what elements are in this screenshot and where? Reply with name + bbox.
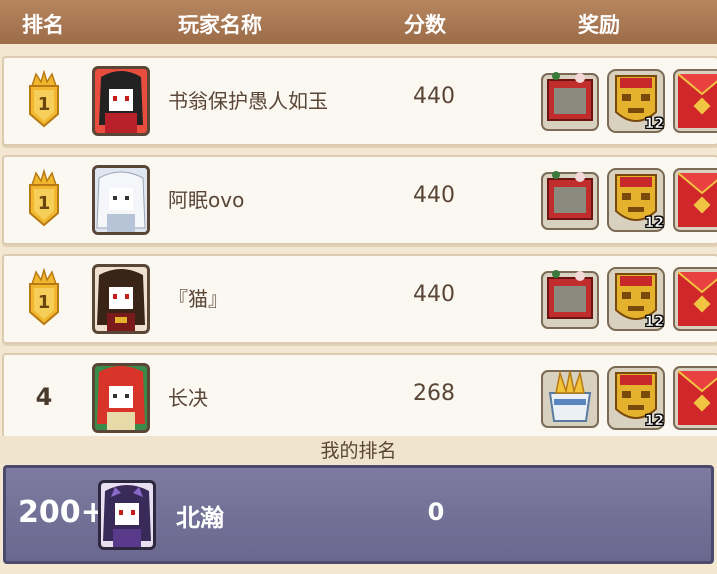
crown-rank-badge-icon: 1: [29, 169, 59, 227]
avatar[interactable]: [92, 264, 150, 334]
crown-rank-badge-icon: 1: [29, 70, 59, 128]
my-rank-row[interactable]: 200+ 北瀚 0: [3, 465, 714, 564]
leaderboard-row[interactable]: 4 长决 268 12: [2, 353, 717, 436]
my-rank-label: 我的排名: [0, 436, 717, 464]
reward-quantity: 12: [644, 116, 664, 133]
avatar[interactable]: [92, 363, 150, 433]
player-score: 440: [413, 282, 455, 307]
reward-quantity: 12: [644, 413, 664, 430]
reward-red-envelope-icon[interactable]: [672, 264, 717, 332]
rank-number: 1: [38, 193, 51, 214]
player-name: 长决: [168, 386, 208, 410]
crown-rank-badge-icon: 1: [29, 268, 59, 326]
player-score: 268: [413, 381, 455, 406]
player-name: 书翁保护愚人如玉: [168, 89, 328, 113]
reward-golden-mask-icon[interactable]: 12: [606, 165, 666, 233]
player-score: 440: [413, 84, 455, 109]
reward-red-envelope-icon[interactable]: [672, 165, 717, 233]
reward-treasure-box-icon[interactable]: [540, 363, 600, 431]
name-column-header: 玩家名称: [178, 13, 262, 37]
rank-number: 1: [38, 94, 51, 115]
reward-chest-icon[interactable]: [540, 165, 600, 233]
my-player-name: 北瀚: [176, 504, 224, 532]
player-name: 『猫』: [168, 287, 228, 311]
reward-red-envelope-icon[interactable]: [672, 66, 717, 134]
reward-golden-mask-icon[interactable]: 12: [606, 363, 666, 431]
avatar[interactable]: [92, 165, 150, 235]
reward-red-envelope-icon[interactable]: [672, 363, 717, 431]
rank-column-header: 排名: [22, 13, 64, 37]
leaderboard-row[interactable]: 1 阿眠ovo 440 12: [2, 155, 717, 245]
my-rank-number: 200+: [18, 495, 106, 530]
leaderboard-header: 排名 玩家名称 分数 奖励: [0, 0, 717, 44]
rank-number: 1: [38, 292, 51, 313]
rank-number: 4: [35, 383, 53, 411]
score-column-header: 分数: [404, 13, 446, 37]
reward-chest-icon[interactable]: [540, 66, 600, 134]
my-player-score: 0: [427, 498, 445, 526]
reward-quantity: 12: [644, 215, 664, 232]
player-score: 440: [413, 183, 455, 208]
reward-chest-icon[interactable]: [540, 264, 600, 332]
reward-quantity: 12: [644, 314, 664, 331]
my-avatar[interactable]: [98, 480, 156, 550]
avatar[interactable]: [92, 66, 150, 136]
reward-golden-mask-icon[interactable]: 12: [606, 66, 666, 134]
leaderboard-list[interactable]: 1 书翁保护愚人如玉 440 12 1 阿眠ovo 440 12 1 『猫』 4…: [0, 44, 717, 436]
player-name: 阿眠ovo: [168, 188, 245, 212]
leaderboard-row[interactable]: 1 书翁保护愚人如玉 440 12: [2, 56, 717, 146]
reward-column-header: 奖励: [578, 13, 620, 37]
reward-golden-mask-icon[interactable]: 12: [606, 264, 666, 332]
leaderboard-row[interactable]: 1 『猫』 440 12: [2, 254, 717, 344]
